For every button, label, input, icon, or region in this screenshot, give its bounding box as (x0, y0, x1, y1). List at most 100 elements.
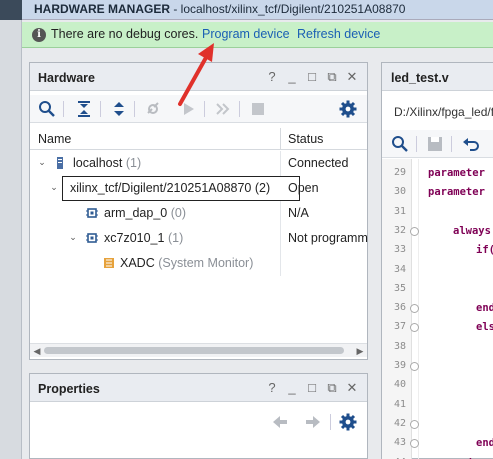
code-keyword: always (453, 224, 491, 237)
hardware-table-header: Name Status (30, 128, 367, 150)
code-keyword: end (476, 437, 493, 450)
line-number: 39 (393, 360, 406, 371)
row-status: Not programm (288, 231, 368, 245)
chip-icon (86, 207, 98, 219)
row-name: XADC (120, 256, 155, 270)
row-name: xc7z010_1 (104, 231, 165, 245)
properties-toolbar (30, 408, 367, 436)
window-title-bar: HARDWARE MANAGER - localhost/xilinx_tcf/… (0, 0, 493, 20)
refresh-device-link[interactable]: Refresh device (297, 27, 380, 41)
line-number: 40 (393, 379, 406, 391)
row-status: N/A (288, 206, 309, 220)
editor-toolbar (382, 130, 493, 158)
line-number: 43 (393, 437, 406, 449)
table-row[interactable]: XADC (System Monitor) (30, 251, 367, 276)
row-name: xilinx_tcf/Digilent/210251A08870 (70, 181, 252, 195)
stop-icon[interactable] (248, 99, 268, 119)
row-count: (1) (125, 156, 142, 170)
line-number: 36 (393, 302, 406, 314)
line-number: 41 (393, 398, 406, 410)
code-keyword: parameter (428, 186, 485, 199)
gear-icon[interactable] (338, 412, 358, 432)
line-number: 30 (393, 186, 406, 198)
line-number: 42 (393, 417, 406, 429)
arrow-right-icon[interactable] (303, 412, 323, 432)
left-side-gutter (0, 20, 22, 459)
line-number: 34 (393, 263, 406, 275)
xadc-icon (103, 257, 115, 269)
table-row[interactable]: ⌄ localhost (1) Connected (30, 151, 367, 176)
line-number: 31 (393, 205, 406, 217)
minimize-button[interactable]: _ (285, 69, 299, 85)
info-icon: i (32, 28, 46, 42)
line-number: 35 (393, 282, 406, 294)
line-number: 29 (393, 167, 406, 178)
code-keyword: parameter (428, 167, 485, 179)
horizontal-scrollbar[interactable]: ◀ ▶ (30, 343, 367, 357)
info-message: There are no debug cores. (51, 27, 199, 41)
search-icon[interactable] (37, 99, 57, 119)
line-number: 32 (393, 224, 406, 236)
arrow-left-icon[interactable] (270, 412, 290, 432)
minimize-button[interactable]: _ (285, 380, 299, 396)
chevron-down-icon[interactable]: ⌄ (37, 157, 47, 167)
editor-file-path: D:/Xilinx/fpga_led/f (394, 105, 493, 119)
column-status[interactable]: Status (288, 132, 323, 146)
collapse-all-icon[interactable] (74, 99, 94, 119)
row-count: (System Monitor) (158, 256, 254, 270)
info-bar: i There are no debug cores. Program devi… (22, 22, 493, 48)
close-button[interactable]: ✕ (345, 380, 359, 396)
row-status: Connected (288, 156, 349, 170)
code-keyword: end (476, 302, 493, 315)
search-icon[interactable] (390, 134, 410, 154)
row-name: arm_dap_0 (104, 206, 168, 220)
editor-panel: led_test.v D:/Xilinx/fpga_led/f 29 30 31 32… (381, 62, 493, 459)
scroll-right-arrow[interactable]: ▶ (355, 345, 365, 357)
help-button[interactable]: ? (265, 380, 279, 396)
float-button[interactable]: ⧉ (325, 380, 339, 396)
editor-tab[interactable]: led_test.v (391, 71, 449, 85)
auto-connect-icon[interactable] (143, 99, 163, 119)
undo-icon[interactable] (460, 134, 480, 154)
server-icon (55, 157, 65, 169)
save-icon[interactable] (425, 134, 445, 154)
fold-marker-icon[interactable] (410, 226, 419, 236)
code-keyword: if( (476, 244, 493, 257)
table-row[interactable]: arm_dap_0 (0) N/A (30, 201, 367, 226)
table-row[interactable]: ⌄ xc7z010_1 (1) Not programm (30, 226, 368, 251)
program-device-link[interactable]: Program device (202, 27, 290, 41)
close-button[interactable]: ✕ (345, 69, 359, 85)
gear-icon[interactable] (338, 99, 358, 119)
properties-panel: Properties ? _ □ ⧉ ✕ (29, 373, 368, 459)
properties-panel-title: Properties (38, 382, 100, 396)
float-button[interactable]: ⧉ (325, 69, 339, 85)
scroll-thumb[interactable] (44, 347, 344, 354)
row-status: Open (288, 181, 319, 195)
editor-tab-bar: led_test.v (382, 63, 493, 91)
maximize-button[interactable]: □ (305, 69, 319, 85)
row-count: (1) (167, 231, 184, 245)
chevron-down-icon[interactable]: ⌄ (49, 182, 59, 192)
table-row[interactable]: ⌄ xilinx_tcf/Digilent/210251A08870 (2) O… (30, 176, 367, 201)
hardware-panel-title: Hardware (38, 71, 95, 85)
code-keyword: els (476, 321, 493, 334)
window-title: HARDWARE MANAGER - localhost/xilinx_tcf/… (34, 2, 406, 16)
row-name: localhost (73, 156, 123, 170)
expand-all-icon[interactable] (109, 99, 129, 119)
column-name[interactable]: Name (38, 132, 71, 146)
scroll-left-arrow[interactable]: ◀ (32, 345, 42, 357)
line-number: 38 (393, 340, 406, 352)
row-count: (2) (254, 181, 271, 195)
help-button[interactable]: ? (265, 69, 279, 85)
fold-marker-icon[interactable] (410, 419, 419, 429)
chip-icon (86, 232, 98, 244)
line-number: 37 (393, 321, 406, 333)
annotation-arrow (170, 40, 220, 110)
row-count: (0) (170, 206, 187, 220)
properties-panel-header: Properties ? _ □ ⧉ ✕ (30, 374, 367, 402)
chevron-down-icon[interactable]: ⌄ (68, 232, 78, 242)
fold-marker-icon[interactable] (410, 362, 419, 371)
title-left-strip (0, 0, 22, 20)
line-number: 33 (393, 244, 406, 256)
maximize-button[interactable]: □ (305, 380, 319, 396)
